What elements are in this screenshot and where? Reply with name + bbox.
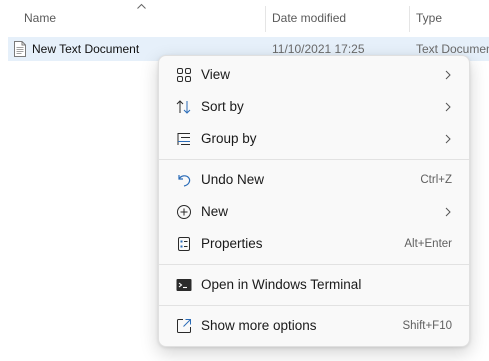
menu-item-shortcut: Ctrl+Z xyxy=(420,174,452,186)
menu-separator xyxy=(159,305,469,306)
sort-ascending-icon xyxy=(137,3,146,9)
menu-item-label: View xyxy=(201,67,231,82)
menu-item-shortcut: Alt+Enter xyxy=(404,238,452,250)
menu-item-label: Undo New xyxy=(201,172,265,187)
column-name-header[interactable]: Name xyxy=(24,0,56,36)
chevron-right-icon xyxy=(445,134,451,144)
menu-item-label: Group by xyxy=(201,131,257,146)
menu-separator xyxy=(159,264,469,265)
column-type-header[interactable]: Type xyxy=(416,0,442,36)
chevron-right-icon xyxy=(445,102,451,112)
terminal-icon xyxy=(176,279,192,291)
menu-item-label: New xyxy=(201,204,229,219)
file-name[interactable]: New Text Document xyxy=(32,37,139,61)
menu-item-label: Show more options xyxy=(201,318,317,333)
context-menu: View Sort by Group by Undo New Ctrl+Z Ne… xyxy=(158,55,470,347)
chevron-right-icon xyxy=(445,207,451,217)
properties-icon xyxy=(178,237,190,251)
column-header: Name Date modified Type xyxy=(0,0,489,36)
sort-icon xyxy=(176,100,191,114)
text-document-icon xyxy=(14,41,26,57)
view-grid-icon xyxy=(177,68,191,82)
plus-circle-icon xyxy=(177,205,191,219)
menu-item-shortcut: Shift+F10 xyxy=(402,320,452,332)
menu-item-show-more-options[interactable]: Show more options Shift+F10 xyxy=(163,311,465,341)
more-options-icon xyxy=(177,319,191,333)
menu-item-undo-new[interactable]: Undo New Ctrl+Z xyxy=(163,165,465,195)
chevron-right-icon xyxy=(445,70,451,80)
menu-item-label: Sort by xyxy=(201,99,244,114)
menu-item-new[interactable]: New xyxy=(163,197,465,227)
column-date-header[interactable]: Date modified xyxy=(272,0,346,36)
undo-icon xyxy=(178,175,191,187)
menu-item-view[interactable]: View xyxy=(163,60,465,90)
menu-item-sort-by[interactable]: Sort by xyxy=(163,92,465,122)
menu-separator xyxy=(159,159,469,160)
column-divider[interactable] xyxy=(409,6,410,32)
menu-item-group-by[interactable]: Group by xyxy=(163,124,465,154)
group-icon xyxy=(177,133,190,145)
column-divider[interactable] xyxy=(265,6,266,32)
menu-item-open-terminal[interactable]: Open in Windows Terminal xyxy=(163,270,465,300)
menu-item-properties[interactable]: Properties Alt+Enter xyxy=(163,229,465,259)
menu-item-label: Open in Windows Terminal xyxy=(201,277,362,292)
menu-item-label: Properties xyxy=(201,236,263,251)
